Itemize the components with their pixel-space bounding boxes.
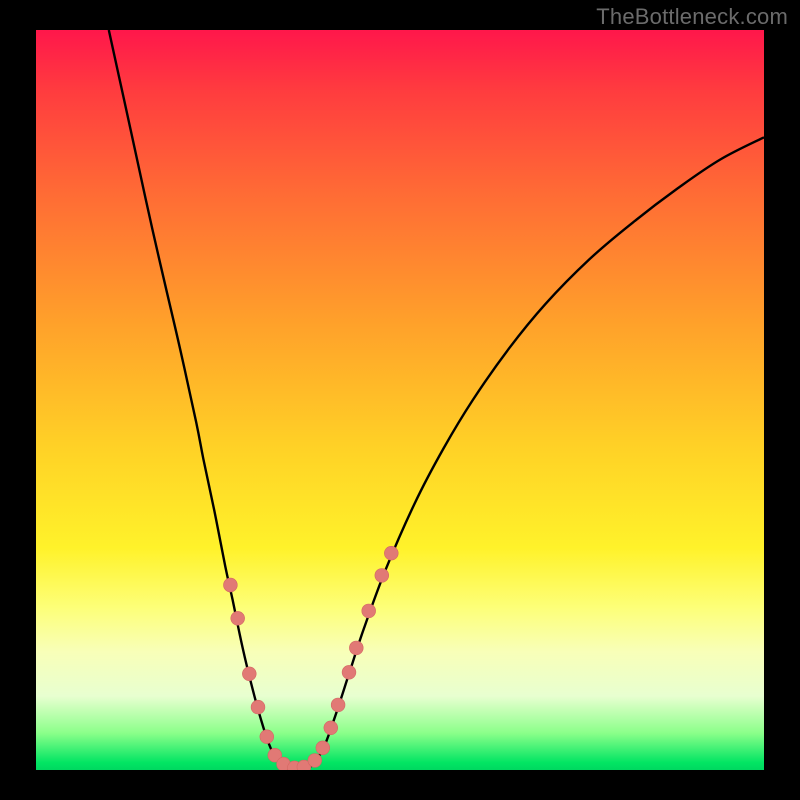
highlight-marker	[224, 578, 238, 592]
highlight-marker	[384, 546, 398, 560]
highlight-marker	[349, 641, 363, 655]
highlight-marker	[342, 665, 356, 679]
watermark-text: TheBottleneck.com	[596, 4, 788, 30]
highlight-marker	[375, 569, 389, 583]
curve-left-branch	[109, 30, 284, 766]
highlight-marker	[362, 604, 376, 618]
highlight-marker	[316, 741, 330, 755]
curve-right-branch	[313, 137, 764, 765]
marker-group	[224, 546, 399, 770]
chart-frame: TheBottleneck.com	[0, 0, 800, 800]
highlight-marker	[331, 698, 345, 712]
highlight-marker	[231, 611, 245, 625]
curve-overlay	[36, 30, 764, 770]
highlight-marker	[324, 721, 338, 735]
highlight-marker	[251, 700, 265, 714]
plot-area	[36, 30, 764, 770]
highlight-marker	[242, 667, 256, 681]
highlight-marker	[308, 754, 322, 768]
highlight-marker	[260, 730, 274, 744]
